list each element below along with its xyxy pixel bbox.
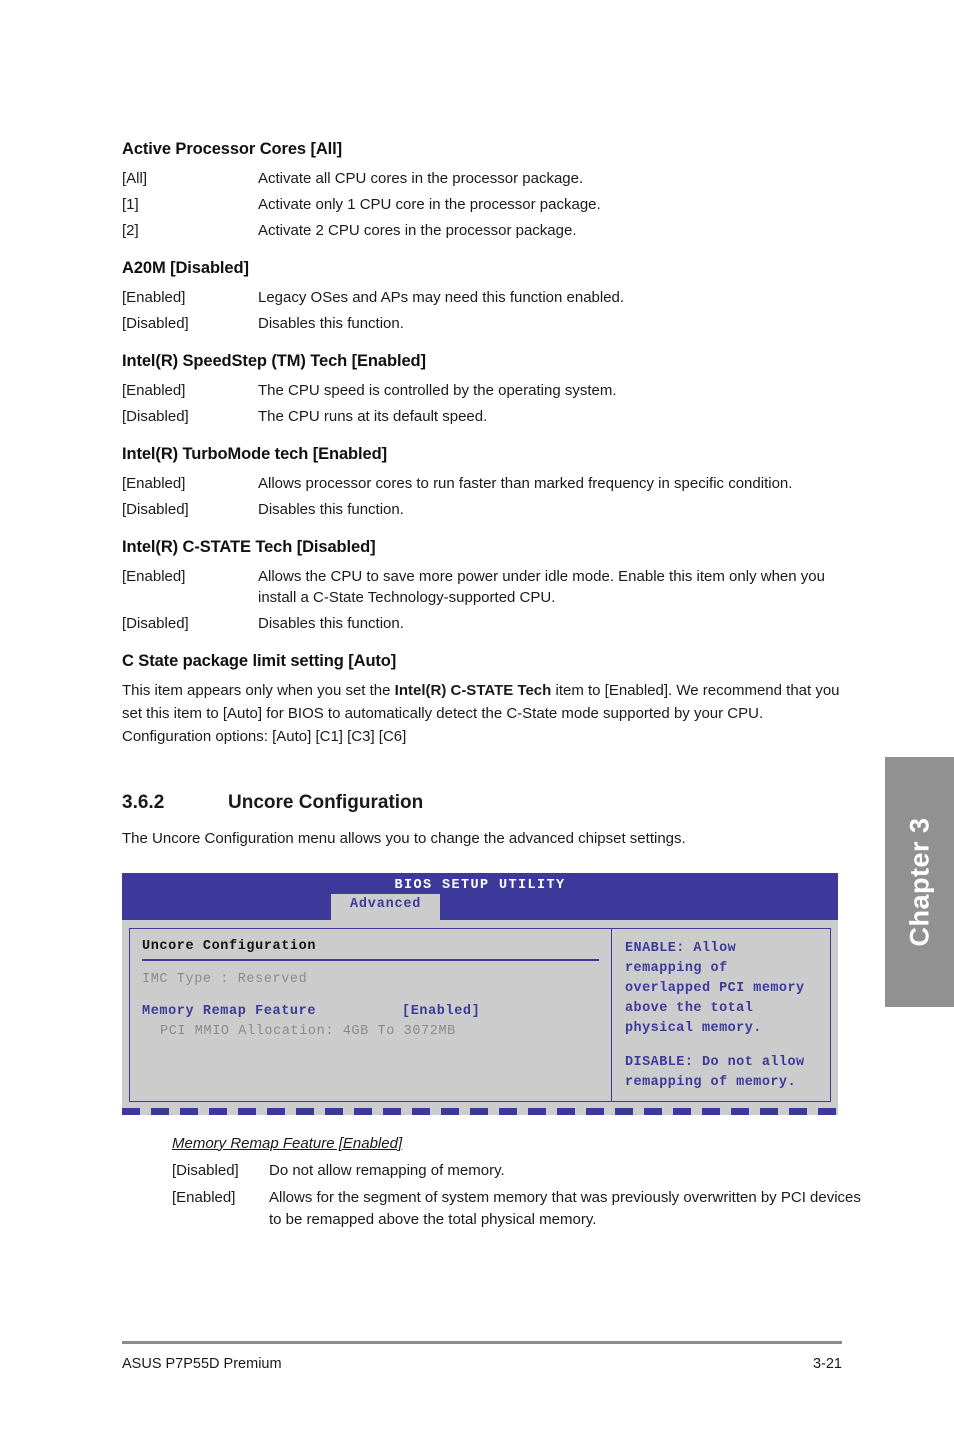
- footer-divider: [122, 1341, 842, 1344]
- option-key: [1]: [122, 196, 139, 213]
- option-key: [All]: [122, 170, 148, 187]
- section-heading: Intel(R) C-STATE Tech [Disabled]: [122, 538, 376, 556]
- option-key: [Enabled]: [122, 289, 186, 306]
- section-speedstep: Intel(R) SpeedStep (TM) Tech [Enabled] […: [122, 352, 842, 427]
- section-turbomode: Intel(R) TurboMode tech [Enabled] [Enabl…: [122, 445, 842, 520]
- option-description: The CPU runs at its default speed.: [258, 408, 488, 425]
- bios-help-pane: ENABLE: Allow remapping of overlapped PC…: [612, 929, 830, 1101]
- paragraph-text-before: This item appears only when you set the: [122, 682, 395, 699]
- bios-row-spacer: [142, 989, 599, 1002]
- bios-main-pane: Uncore Configuration IMC Type : Reserved…: [129, 927, 831, 1102]
- bios-memory-remap-row[interactable]: Memory Remap Feature [Enabled]: [142, 1002, 599, 1022]
- subsection-heading: Memory Remap Feature [Enabled]: [172, 1134, 403, 1152]
- bios-help-disable-text: DISABLE: Do not allow remapping of memor…: [625, 1054, 805, 1090]
- bios-setup-screenshot: BIOS SETUP UTILITY Advanced Uncore Confi…: [122, 872, 838, 1115]
- option-row: [2] Activate 2 CPU cores in the processo…: [122, 220, 842, 241]
- option-row: [Disabled] Disables this function.: [122, 313, 842, 334]
- section-c-state-package-limit: C State package limit setting [Auto] Thi…: [122, 652, 842, 748]
- option-description: Disables this function.: [258, 501, 404, 518]
- option-key: [2]: [122, 222, 139, 239]
- option-key: [Enabled]: [122, 568, 186, 585]
- bios-dashed-bottom-border: [122, 1107, 838, 1115]
- option-row: [Disabled] Do not allow remapping of mem…: [172, 1160, 872, 1181]
- chapter-side-tab: Chapter 3: [885, 757, 954, 1007]
- option-row: [Enabled] Allows processor cores to run …: [122, 473, 842, 494]
- bios-tab-advanced[interactable]: Advanced: [331, 893, 441, 920]
- option-row: [Enabled] Legacy OSes and APs may need t…: [122, 287, 842, 308]
- option-row: [All] Activate all CPU cores in the proc…: [122, 168, 842, 189]
- bios-help-enable-text: ENABLE: Allow remapping of overlapped PC…: [625, 940, 805, 1036]
- option-description: Disables this function.: [258, 315, 404, 332]
- option-description: Allows processor cores to run faster tha…: [258, 475, 793, 492]
- bios-memory-remap-label: Memory Remap Feature: [142, 1004, 317, 1020]
- option-description: Activate 2 CPU cores in the processor pa…: [258, 222, 577, 239]
- section-cstate-tech: Intel(R) C-STATE Tech [Disabled] [Enable…: [122, 538, 842, 634]
- bios-body: Uncore Configuration IMC Type : Reserved…: [122, 919, 838, 1108]
- section-memory-remap-feature: Memory Remap Feature [Enabled] [Disabled…: [172, 1135, 872, 1230]
- option-description: Legacy OSes and APs may need this functi…: [258, 289, 625, 306]
- option-row: [Disabled] Disables this function.: [122, 613, 842, 634]
- option-key: [Enabled]: [122, 382, 186, 399]
- option-description: Activate all CPU cores in the processor …: [258, 170, 584, 187]
- section-active-processor-cores: Active Processor Cores [All] [All] Activ…: [122, 140, 842, 241]
- option-row: [Enabled] Allows for the segment of syst…: [172, 1187, 872, 1230]
- section-a20m: A20M [Disabled] [Enabled] Legacy OSes an…: [122, 259, 842, 334]
- bios-imc-type-row: IMC Type : Reserved: [142, 971, 308, 987]
- section-title: Uncore Configuration: [228, 792, 424, 814]
- option-key: [Enabled]: [122, 475, 186, 492]
- option-key: [Disabled]: [122, 315, 189, 332]
- option-key: [Disabled]: [172, 1161, 239, 1179]
- section-number: 3.6.2: [122, 792, 165, 814]
- section-heading: Intel(R) SpeedStep (TM) Tech [Enabled]: [122, 352, 426, 370]
- option-key: [Disabled]: [122, 615, 189, 632]
- option-description: Allows the CPU to save more power under …: [258, 568, 825, 606]
- option-description: Disables this function.: [258, 615, 404, 632]
- section-heading: A20M [Disabled]: [122, 259, 249, 277]
- bios-pane-heading: Uncore Configuration: [142, 938, 317, 954]
- chapter-tab-label: Chapter 3: [904, 817, 934, 947]
- option-key: [Disabled]: [122, 501, 189, 518]
- option-description: Allows for the segment of system memory …: [269, 1189, 861, 1228]
- bios-settings-pane: Uncore Configuration IMC Type : Reserved…: [130, 928, 612, 1101]
- section-heading: Active Processor Cores [All]: [122, 140, 343, 158]
- content-column: Active Processor Cores [All] [All] Activ…: [122, 140, 861, 1236]
- bios-title: BIOS SETUP UTILITY: [394, 877, 566, 893]
- footer-product-name: ASUS P7P55D Premium: [122, 1356, 282, 1372]
- paragraph-bold-term: Intel(R) C-STATE Tech: [394, 682, 552, 699]
- page-footer: ASUS P7P55D Premium 3-21: [122, 1356, 842, 1372]
- bios-pci-mmio-row: PCI MMIO Allocation: 4GB To 3072MB: [160, 1024, 456, 1040]
- option-row: [Enabled] The CPU speed is controlled by…: [122, 380, 842, 401]
- footer-page-number: 3-21: [812, 1356, 842, 1372]
- bios-memory-remap-value[interactable]: [Enabled]: [402, 1002, 480, 1022]
- option-row: [Enabled] Allows the CPU to save more po…: [122, 566, 842, 608]
- option-row: [1] Activate only 1 CPU core in the proc…: [122, 194, 842, 215]
- option-key: [Enabled]: [172, 1189, 236, 1207]
- option-description: The CPU speed is controlled by the opera…: [258, 382, 617, 399]
- bios-heading-divider: [142, 958, 599, 961]
- section-number-heading: 3.6.2 Uncore Configuration: [122, 792, 842, 814]
- section-paragraph: This item appears only when you set the …: [122, 680, 842, 748]
- option-key: [Disabled]: [122, 408, 189, 425]
- option-description: Activate only 1 CPU core in the processo…: [258, 196, 601, 213]
- bios-titlebar: BIOS SETUP UTILITY Advanced: [122, 872, 838, 920]
- section-heading: Intel(R) TurboMode tech [Enabled]: [122, 445, 387, 463]
- option-row: [Disabled] The CPU runs at its default s…: [122, 406, 842, 427]
- section-intro-text: The Uncore Configuration menu allows you…: [122, 830, 686, 848]
- document-page: Chapter 3 Active Processor Cores [All] […: [0, 0, 954, 1438]
- option-description: Do not allow remapping of memory.: [269, 1161, 505, 1179]
- option-row: [Disabled] Disables this function.: [122, 499, 842, 520]
- section-heading: C State package limit setting [Auto]: [122, 652, 397, 670]
